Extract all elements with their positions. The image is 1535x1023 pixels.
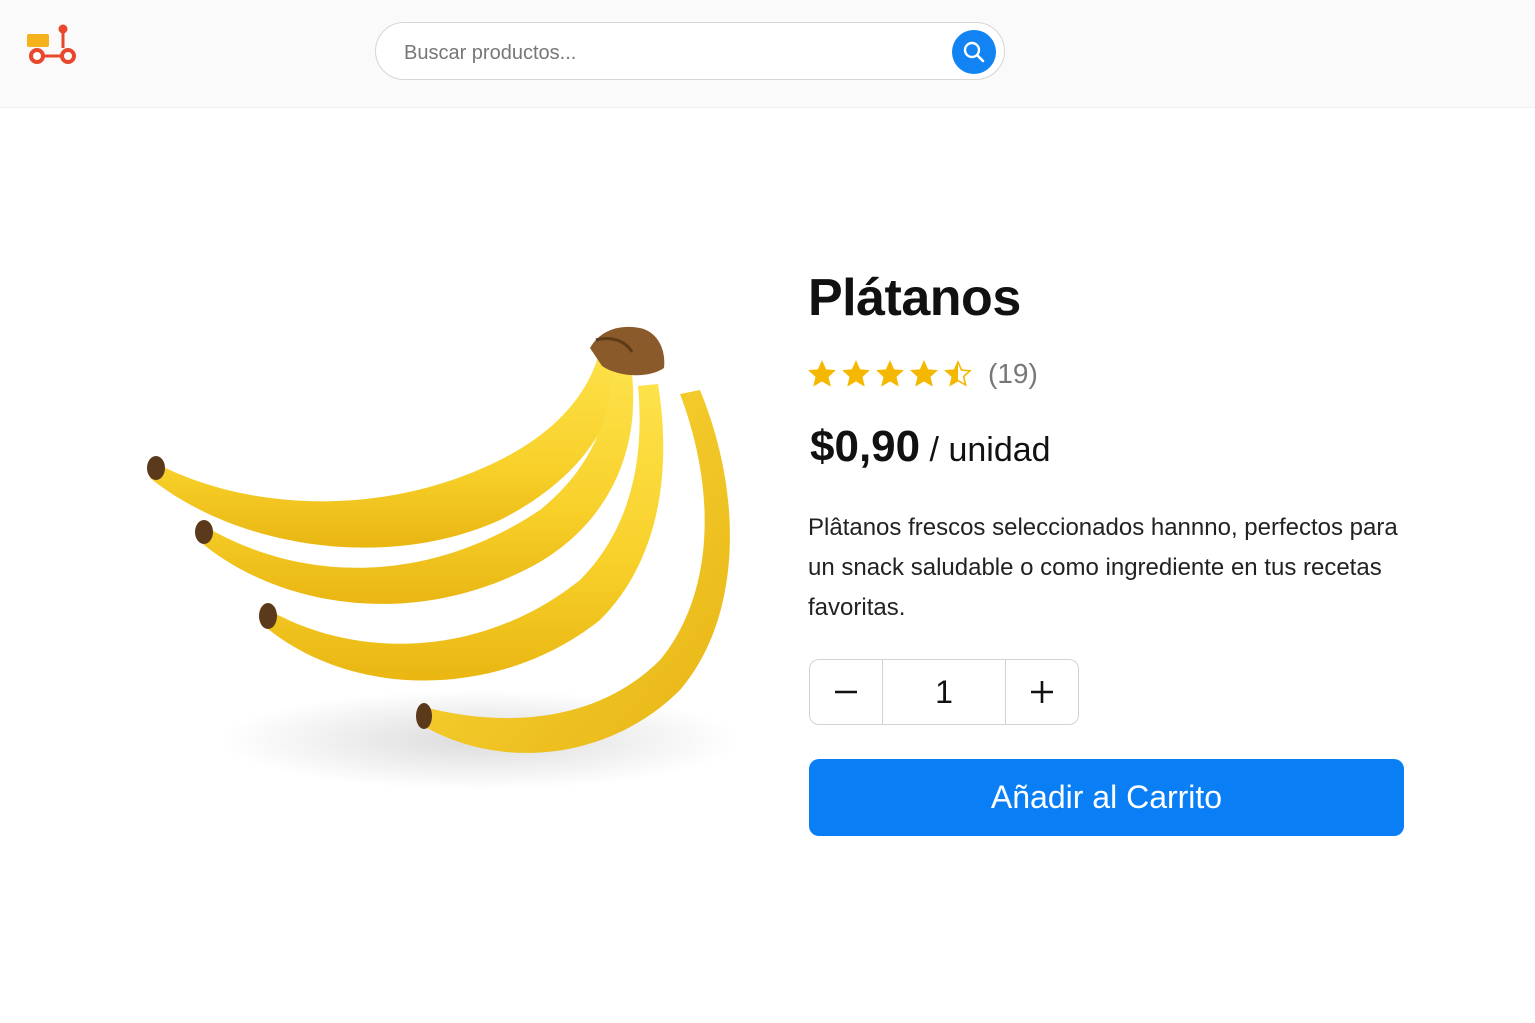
star-full-icon	[842, 360, 870, 387]
search-bar	[375, 22, 1005, 80]
search-button[interactable]	[952, 30, 996, 74]
search-icon	[963, 41, 985, 63]
star-full-icon	[910, 360, 938, 387]
quantity-value[interactable]: 1	[882, 660, 1006, 724]
price-unit: / unidad	[920, 431, 1051, 469]
product-rating: (19)	[808, 356, 1038, 392]
plus-icon	[1031, 681, 1053, 703]
increase-quantity-button[interactable]	[1006, 660, 1078, 724]
banana-bunch-image	[120, 300, 760, 820]
add-to-cart-button[interactable]: Añadir al Carrito	[809, 759, 1404, 836]
decrease-quantity-button[interactable]	[810, 660, 882, 724]
product-price: $0,90 / unidad	[810, 422, 1051, 472]
product-description: Plâtanos frescos seleccionados hannno, p…	[808, 514, 1398, 621]
star-full-icon	[808, 360, 836, 387]
product-title: Plátanos	[808, 269, 1021, 327]
minus-icon	[835, 690, 857, 694]
star-full-icon	[876, 360, 904, 387]
delivery-scooter-logo-icon[interactable]	[24, 22, 80, 68]
site-header	[0, 0, 1535, 108]
review-count[interactable]: (19)	[988, 358, 1038, 390]
rating-stars	[808, 360, 972, 388]
star-half-icon	[944, 360, 972, 387]
quantity-stepper: 1	[809, 659, 1079, 725]
search-input[interactable]	[402, 35, 926, 71]
price-amount: $0,90	[810, 422, 921, 471]
